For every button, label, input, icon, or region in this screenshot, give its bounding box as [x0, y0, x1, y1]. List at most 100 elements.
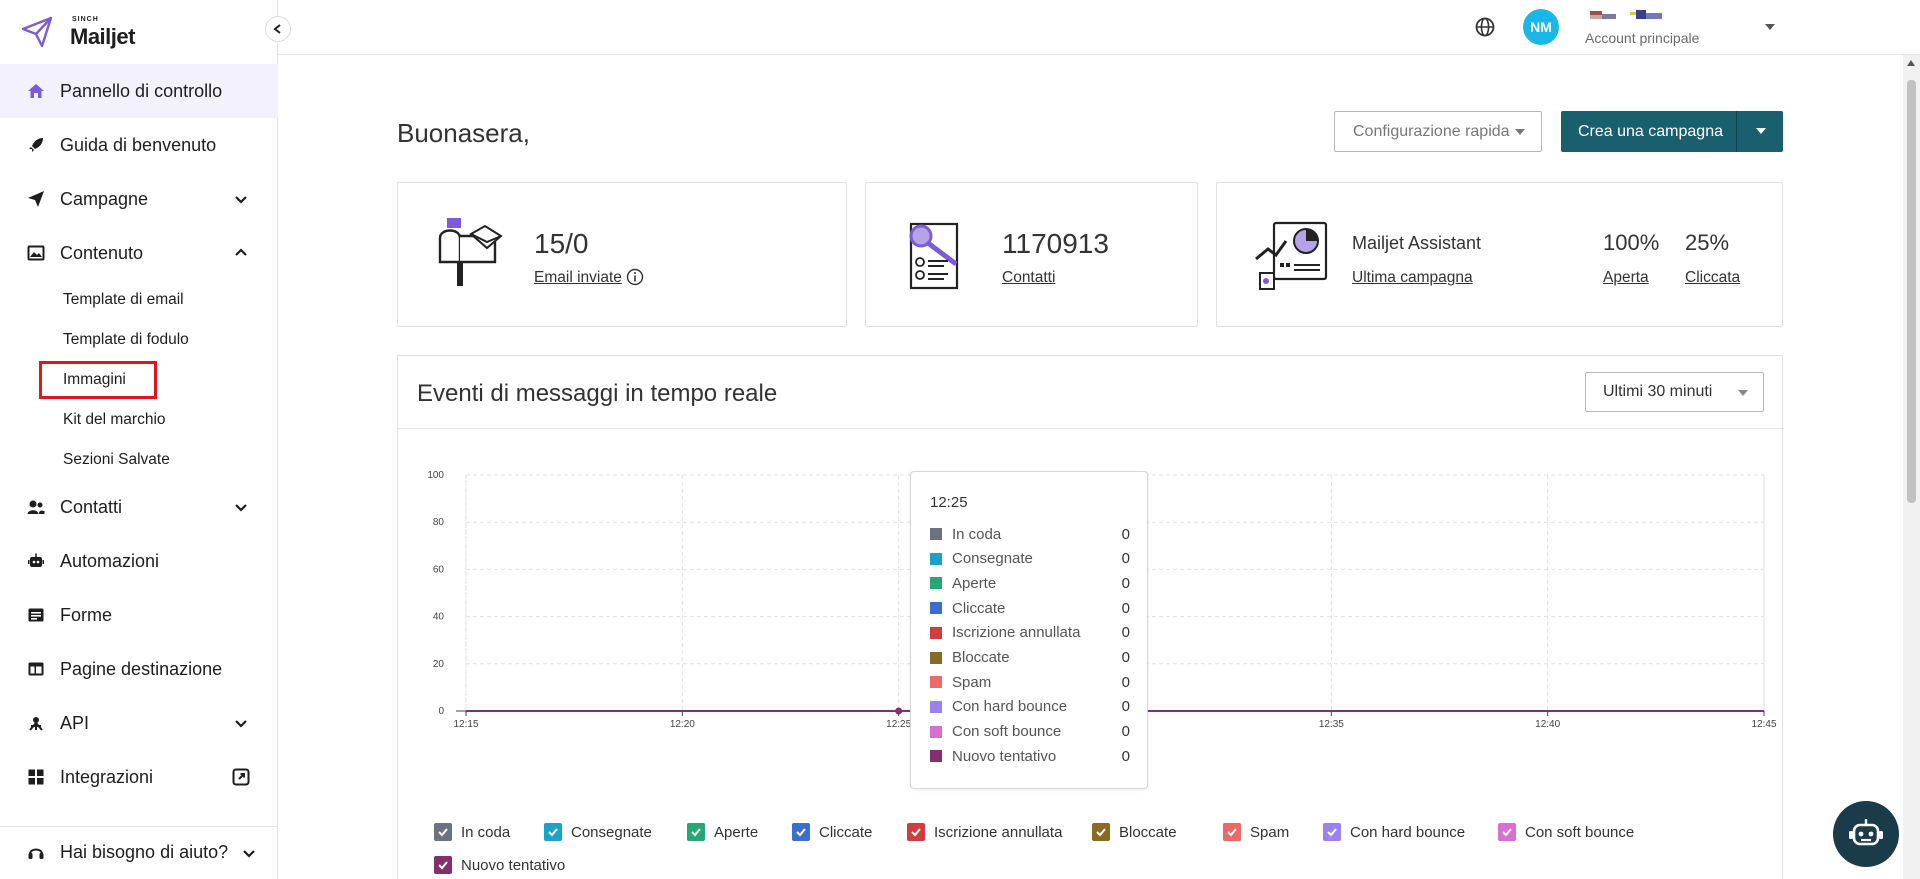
brand-name: Mailjet: [70, 24, 135, 49]
legend-item[interactable]: Aperte: [687, 822, 758, 842]
caret-down-icon[interactable]: [1763, 20, 1777, 34]
sidebar-item-label: API: [60, 712, 90, 733]
sidebar-item-contacts[interactable]: Contatti: [0, 480, 278, 534]
x-tick-label: 12:15: [453, 719, 478, 730]
subnav-form-templates[interactable]: Template di fodulo: [0, 320, 278, 360]
legend-label: In coda: [461, 823, 511, 841]
subnav-label: Sezioni Salvate: [63, 451, 170, 468]
emails-sent-card: 15/0 Email inviate: [397, 182, 847, 327]
tooltip-value: 0: [1121, 574, 1130, 592]
legend-label: Iscrizione annullata: [934, 823, 1063, 841]
subnav-email-templates[interactable]: Template di email: [0, 280, 278, 320]
info-icon[interactable]: [626, 268, 644, 286]
checkbox-checked-icon[interactable]: [792, 823, 810, 841]
events-header: Eventi di messaggi in tempo reale Ultimi…: [398, 356, 1784, 429]
page-scrollbar[interactable]: [1903, 55, 1920, 879]
chatbot-button[interactable]: [1833, 801, 1899, 867]
subnav-images[interactable]: Immagini: [0, 360, 278, 400]
tooltip-value: 0: [1121, 673, 1130, 691]
legend-item[interactable]: Cliccate: [792, 822, 872, 842]
tooltip-value: 0: [1121, 649, 1130, 666]
tooltip-swatch: [930, 552, 942, 565]
account-logo-icon: [1590, 10, 1662, 19]
checkbox-checked-icon[interactable]: [544, 823, 562, 841]
collapse-sidebar-button[interactable]: [265, 16, 291, 42]
scroll-up-arrow-icon[interactable]: [1907, 60, 1915, 66]
mailbox-illustration-icon: [438, 218, 503, 286]
tooltip-series-name: Consegnate: [952, 550, 1033, 568]
globe-icon[interactable]: [1473, 15, 1497, 39]
tooltip-swatch: [930, 577, 942, 590]
sidebar-item-api[interactable]: API: [0, 696, 278, 750]
assistant-title: Mailjet Assistant: [1352, 233, 1482, 253]
sidebar-item-forms[interactable]: Forme: [0, 588, 278, 642]
subnav-label: Template di fodulo: [63, 331, 189, 348]
form-icon: [26, 605, 46, 625]
create-campaign-button[interactable]: Crea una campagna: [1561, 111, 1783, 152]
sidebar-item-label: Pannello di controllo: [60, 80, 223, 101]
chevron-down-icon[interactable]: [232, 190, 250, 208]
legend-item[interactable]: Consegnate: [544, 822, 652, 842]
open-rate-link[interactable]: Aperta: [1603, 269, 1649, 287]
robot-icon: [26, 551, 46, 571]
checkbox-checked-icon[interactable]: [907, 823, 925, 841]
tooltip-series-name: In coda: [952, 525, 1002, 543]
contacts-link[interactable]: Contatti: [1002, 269, 1055, 287]
image-icon: [26, 243, 46, 263]
legend-item[interactable]: Spam: [1223, 822, 1289, 842]
time-range-select[interactable]: Ultimi 30 minuti: [1585, 372, 1764, 412]
legend-item[interactable]: Nuovo tentativo: [434, 855, 565, 875]
sidebar-item-label: Integrazioni: [60, 766, 154, 787]
subnav-saved-sections[interactable]: Sezioni Salvate: [0, 440, 278, 480]
help-menu[interactable]: Hai bisogno di aiuto?: [0, 826, 278, 878]
external-link-icon[interactable]: [232, 768, 250, 786]
y-tick-label: 0: [438, 706, 444, 717]
chevron-down-icon[interactable]: [240, 844, 258, 862]
legend-item[interactable]: In coda: [434, 822, 510, 842]
tooltip-time: 12:25: [930, 494, 968, 511]
account-label[interactable]: Account principale: [1585, 30, 1699, 46]
checkbox-checked-icon[interactable]: [1323, 823, 1341, 841]
legend-label: Consegnate: [571, 823, 652, 841]
tooltip-series-name: Aperte: [952, 574, 997, 592]
top-bar: NM Account principale: [278, 0, 1920, 55]
user-avatar[interactable]: NM: [1523, 9, 1559, 45]
legend-item[interactable]: Con soft bounce: [1498, 822, 1634, 842]
last-campaign-link[interactable]: Ultima campagna: [1352, 269, 1473, 287]
emails-sent-link[interactable]: Email inviate: [534, 269, 622, 287]
tooltip-swatch: [930, 528, 942, 540]
chevron-up-icon[interactable]: [232, 244, 250, 262]
help-label: Hai bisogno di aiuto?: [60, 842, 229, 862]
caret-down-icon[interactable]: [1756, 128, 1766, 134]
checkbox-checked-icon[interactable]: [434, 856, 452, 874]
sidebar-item-campaigns[interactable]: Campagne: [0, 172, 278, 226]
checkbox-checked-icon[interactable]: [1092, 823, 1110, 841]
mailjet-logo[interactable]: SINCH Mailjet: [20, 14, 135, 50]
chevron-down-icon[interactable]: [232, 498, 250, 516]
sidebar-item-integrations[interactable]: Integrazioni: [0, 750, 278, 804]
legend-item[interactable]: Bloccate: [1092, 822, 1177, 842]
tooltip-series-name: Cliccate: [952, 599, 1006, 617]
checkbox-checked-icon[interactable]: [1223, 823, 1241, 841]
click-rate-value: 25%: [1685, 230, 1730, 255]
click-rate-link[interactable]: Cliccata: [1685, 269, 1740, 287]
checkbox-checked-icon[interactable]: [1498, 823, 1516, 841]
checkbox-checked-icon[interactable]: [434, 823, 452, 841]
x-tick-label: 12:45: [1751, 719, 1776, 730]
tooltip-value: 0: [1121, 624, 1130, 642]
chevron-down-icon[interactable]: [232, 714, 250, 732]
sidebar-item-automations[interactable]: Automazioni: [0, 534, 278, 588]
quick-config-dropdown[interactable]: Configurazione rapida: [1334, 111, 1542, 152]
y-tick-label: 80: [433, 517, 445, 528]
subnav-brand-kit[interactable]: Kit del marchio: [0, 400, 278, 440]
scrollbar-thumb[interactable]: [1907, 80, 1916, 503]
sidebar-item-landing-pages[interactable]: Pagine destinazione: [0, 642, 278, 696]
sidebar-item-welcome[interactable]: Guida di benvenuto: [0, 118, 278, 172]
legend-item[interactable]: Con hard bounce: [1323, 822, 1465, 842]
legend-item[interactable]: Iscrizione annullata: [907, 822, 1062, 842]
sidebar-item-label: Pagine destinazione: [60, 658, 223, 679]
sidebar-item-label: Contatti: [60, 496, 123, 517]
checkbox-checked-icon[interactable]: [687, 823, 705, 841]
sidebar-item-content[interactable]: Contenuto: [0, 226, 278, 280]
sidebar-item-dashboard[interactable]: Pannello di controllo: [0, 64, 278, 118]
